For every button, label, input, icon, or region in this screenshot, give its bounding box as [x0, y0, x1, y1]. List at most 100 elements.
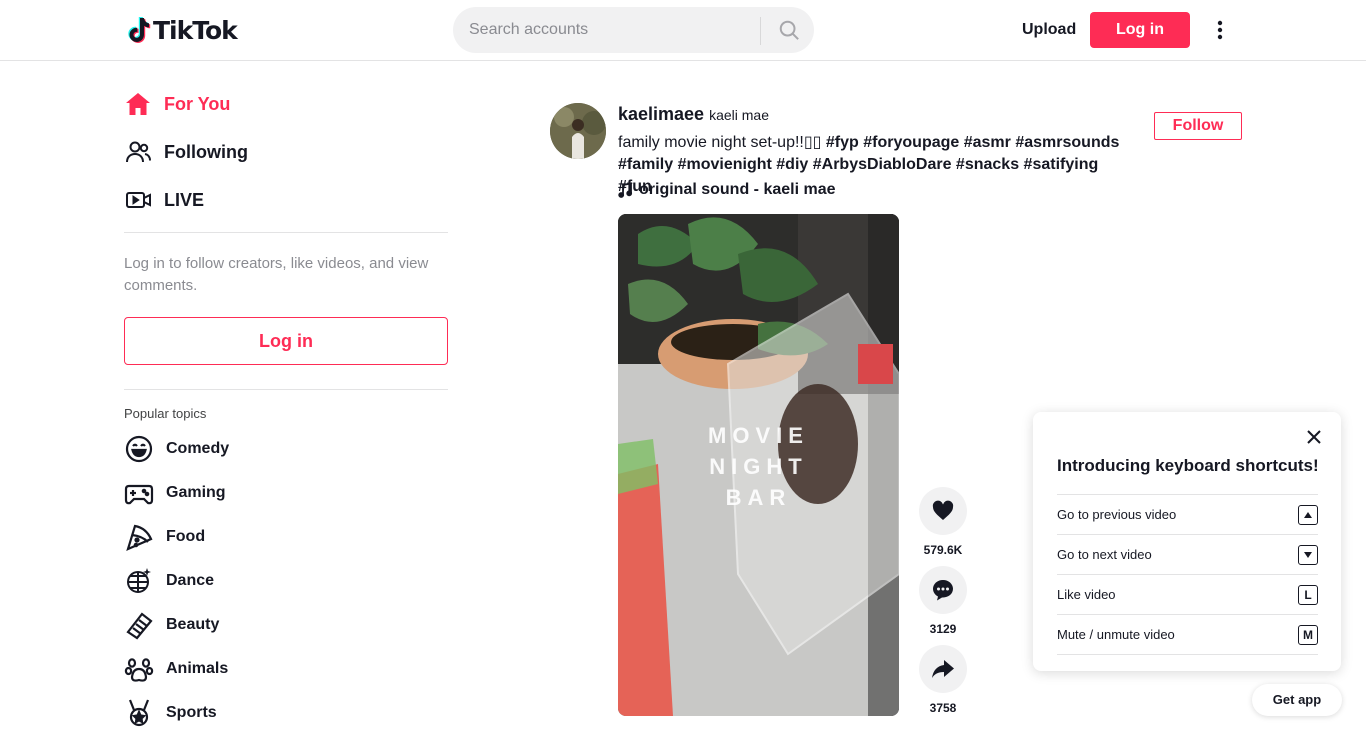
shortcut-label: Go to previous video [1057, 507, 1177, 522]
header-login-button[interactable]: Log in [1090, 12, 1190, 48]
topic-dance[interactable]: Dance [124, 559, 448, 603]
sports-icon [124, 697, 156, 729]
topic-label: Sports [166, 704, 217, 721]
topic-animals[interactable]: Animals [124, 647, 448, 691]
hashtag-link[interactable]: #asmr [964, 134, 1011, 151]
topic-label: Animals [166, 660, 229, 677]
author-display-name: kaeli mae [709, 107, 769, 123]
search-input[interactable] [469, 7, 759, 53]
topic-label: Gaming [166, 484, 226, 501]
gaming-icon [124, 477, 156, 509]
like-action[interactable]: 579.6K [919, 487, 967, 557]
like-count: 579.6K [923, 543, 963, 557]
vertical-dots-icon [1217, 20, 1223, 40]
topic-beauty[interactable]: Beauty [124, 603, 448, 647]
video-player[interactable]: MOVIE NIGHT BAR [618, 214, 899, 716]
author-avatar[interactable] [550, 103, 606, 159]
sound-title: original sound - kaeli mae [639, 181, 836, 198]
hashtag-link[interactable]: #snacks [956, 156, 1019, 173]
dance-icon [124, 565, 156, 597]
nav-label: Following [164, 141, 248, 162]
sidebar-divider [124, 232, 448, 233]
topic-label: Comedy [166, 440, 230, 457]
topic-sports[interactable]: Sports [124, 691, 448, 735]
hashtag-link[interactable]: #asmrsounds [1015, 134, 1119, 151]
beauty-icon [124, 609, 156, 641]
video-overlay-text: MOVIE NIGHT BAR [708, 423, 809, 510]
l-key: L [1298, 584, 1318, 605]
up-arrow-key-icon [1298, 504, 1318, 525]
popular-topics-title: Popular topics [124, 406, 207, 421]
sidebar-login-button[interactable]: Log in [124, 317, 448, 365]
home-icon [124, 88, 156, 120]
down-arrow-key-icon [1298, 544, 1318, 565]
heart-icon [932, 500, 954, 520]
comment-action[interactable]: 3129 [919, 566, 967, 636]
topic-label: Beauty [166, 616, 220, 633]
hashtag-link[interactable]: #ArbysDiabloDare [813, 156, 952, 173]
caption-text: family movie night set-up!!▯▯ [618, 134, 826, 151]
shortcut-row: Go to next video [1057, 535, 1318, 575]
follow-button[interactable]: Follow [1154, 112, 1242, 140]
sidebar: For You Following LIVE Log in to follow … [124, 80, 448, 735]
shortcut-label: Like video [1057, 587, 1116, 602]
close-button[interactable] [1305, 428, 1323, 446]
topic-label: Dance [166, 572, 215, 589]
live-icon [124, 184, 156, 216]
sidebar-divider [124, 389, 448, 390]
topic-gaming[interactable]: Gaming [124, 471, 448, 515]
search-icon [779, 20, 799, 40]
m-key: M [1298, 624, 1318, 645]
search-button[interactable] [763, 7, 814, 53]
nav-live[interactable]: LIVE [124, 176, 448, 224]
topic-label: Food [166, 528, 206, 545]
topic-food[interactable]: Food [124, 515, 448, 559]
top-bar: TikTok Upload Log in [0, 0, 1366, 61]
shortcut-row: Mute / unmute video M [1057, 615, 1318, 655]
tiktok-note-icon [128, 17, 151, 43]
shortcuts-title: Introducing keyboard shortcuts! [1057, 456, 1319, 475]
shortcut-label: Go to next video [1057, 547, 1152, 562]
get-app-button[interactable]: Get app [1252, 684, 1342, 716]
nav-label: For You [164, 93, 231, 114]
food-icon [124, 521, 156, 553]
hashtag-link[interactable]: #foryoupage [863, 134, 959, 151]
share-action[interactable]: 3758 [919, 645, 967, 715]
tiktok-logo[interactable]: TikTok [127, 14, 238, 46]
sound-link[interactable]: original sound - kaeli mae [618, 181, 836, 199]
upload-button[interactable]: Upload [1010, 12, 1088, 48]
search-divider [760, 17, 761, 45]
hashtag-link[interactable]: #fyp [826, 134, 859, 151]
share-count: 3758 [929, 701, 957, 715]
login-hint: Log in to follow creators, like videos, … [124, 255, 429, 294]
nav-following[interactable]: Following [124, 128, 448, 176]
nav-label: LIVE [164, 189, 205, 210]
hashtag-link[interactable]: #satifying [1024, 156, 1099, 173]
like-button[interactable] [919, 487, 967, 535]
share-icon [932, 660, 954, 678]
people-icon [124, 136, 156, 168]
shortcut-label: Mute / unmute video [1057, 627, 1175, 642]
shortcuts-list: Go to previous video Go to next video Li… [1057, 494, 1318, 655]
shortcut-row: Like video L [1057, 575, 1318, 615]
share-button[interactable] [919, 645, 967, 693]
keyboard-shortcuts-panel: Introducing keyboard shortcuts! Go to pr… [1033, 412, 1341, 671]
comedy-icon [124, 433, 156, 465]
more-menu-button[interactable] [1206, 16, 1234, 44]
author-username[interactable]: kaelimaee [618, 104, 704, 125]
nav-for-you[interactable]: For You [124, 80, 448, 128]
search-bar [453, 7, 814, 53]
topic-comedy[interactable]: Comedy [124, 427, 448, 471]
comment-count: 3129 [929, 622, 957, 636]
author-info[interactable]: kaelimaee kaeli mae [618, 104, 769, 125]
hashtag-link[interactable]: #movienight [678, 156, 772, 173]
shortcut-row: Go to previous video [1057, 495, 1318, 535]
animals-icon [124, 653, 156, 685]
close-icon [1307, 430, 1321, 444]
comment-icon [933, 580, 953, 601]
hashtag-link[interactable]: #diy [776, 156, 808, 173]
music-note-icon [618, 182, 633, 198]
comment-button[interactable] [919, 566, 967, 614]
hashtag-link[interactable]: #family [618, 156, 673, 173]
logo-text: TikTok [153, 15, 238, 45]
